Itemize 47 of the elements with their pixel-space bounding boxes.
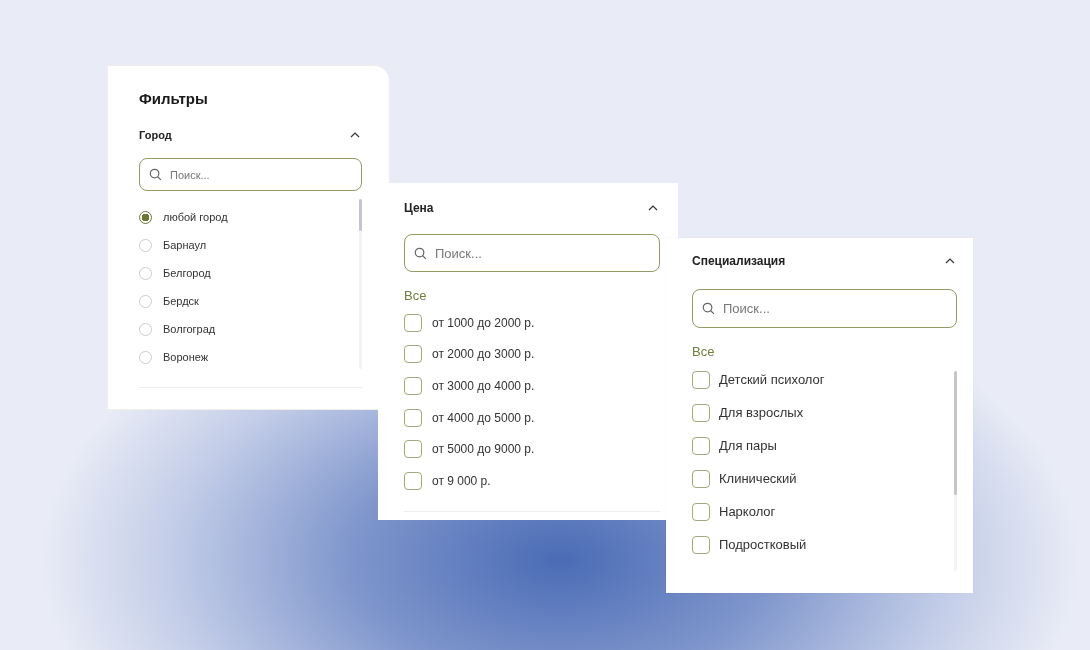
option-label[interactable]: от 4000 до 5000 р. (432, 410, 535, 425)
option-label[interactable]: Детский психолог (719, 372, 825, 387)
panel-title: Фильтры (139, 90, 209, 107)
checkbox[interactable] (404, 377, 422, 395)
option-label[interactable]: Воронеж (163, 351, 209, 363)
checkbox[interactable] (692, 403, 710, 422)
option-label[interactable]: Белгород (163, 267, 211, 279)
option-label[interactable]: Для пары (719, 438, 777, 453)
checkbox[interactable] (692, 370, 710, 389)
search-field[interactable]: Поиск... (692, 289, 957, 328)
scrollbar[interactable] (954, 371, 957, 571)
chevron-icon[interactable] (648, 205, 658, 211)
search-icon (702, 302, 715, 315)
checkbox[interactable] (692, 436, 710, 455)
option-label[interactable]: Бердск (163, 295, 199, 307)
checkbox[interactable] (404, 440, 422, 459)
option-label[interactable]: от 1000 до 2000 р. (432, 315, 535, 330)
chevron-icon[interactable] (350, 132, 360, 138)
option-label[interactable]: Барнаул (163, 239, 207, 251)
option-label[interactable]: Нарколог (719, 504, 776, 519)
search-icon (414, 246, 427, 260)
checkbox[interactable] (692, 469, 710, 488)
option-label[interactable]: Подростковый (719, 537, 807, 552)
select-all-link[interactable]: Все (692, 344, 957, 359)
checkbox[interactable] (404, 471, 422, 490)
section-title: Специализация (692, 254, 786, 268)
radio-button[interactable] (139, 210, 152, 224)
option-label[interactable]: Клинический (719, 471, 797, 486)
option-label[interactable]: от 9 000 р. (432, 473, 491, 488)
section-title: Цена (404, 201, 434, 215)
checkbox[interactable] (404, 345, 422, 364)
checkbox[interactable] (692, 502, 710, 521)
checkbox[interactable] (404, 408, 422, 427)
checkbox[interactable] (404, 313, 422, 332)
option-label[interactable]: от 5000 до 9000 р. (432, 442, 535, 457)
option-label[interactable]: Волгоград (163, 323, 216, 335)
option-label[interactable]: от 2000 до 3000 р. (432, 347, 535, 362)
option-label[interactable]: от 3000 до 4000 р. (432, 379, 535, 393)
search-field[interactable]: Поиск... (139, 158, 362, 191)
section-title: Город (139, 129, 172, 141)
checkbox[interactable] (692, 535, 710, 554)
search-field[interactable]: Поиск... (404, 234, 660, 272)
search-icon (149, 168, 162, 181)
option-label[interactable]: Для взрослых (719, 405, 804, 420)
chevron-icon[interactable] (945, 258, 955, 264)
select-all-link[interactable]: Все (404, 288, 660, 303)
option-label[interactable]: любой город (163, 211, 228, 223)
